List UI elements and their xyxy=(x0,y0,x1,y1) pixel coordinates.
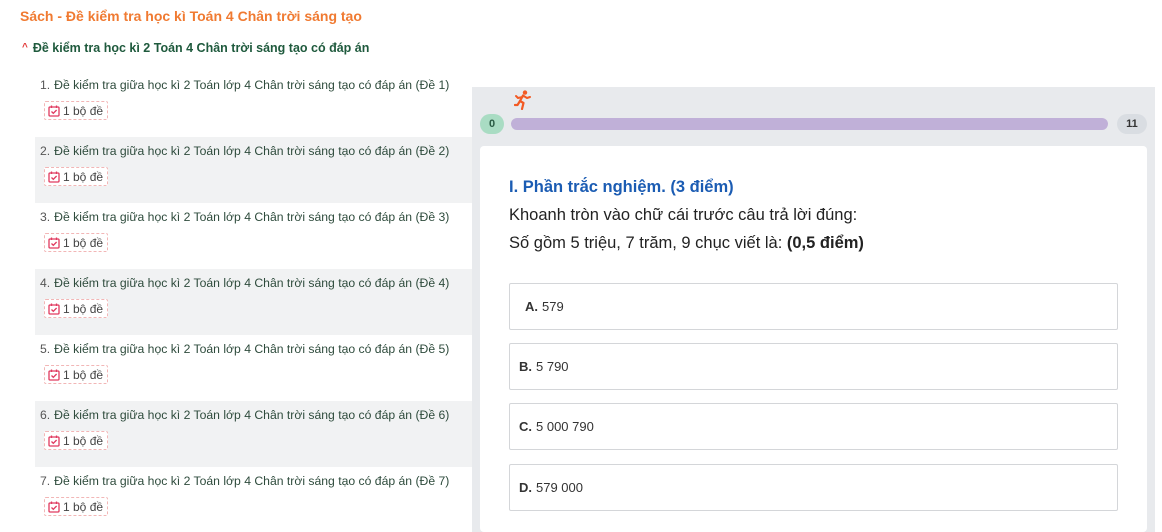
item-title[interactable]: Đề kiểm tra giữa học kì 2 Toán lớp 4 Châ… xyxy=(54,78,449,92)
answer-option-a[interactable]: A. 579 xyxy=(509,283,1118,330)
option-text: 579 000 xyxy=(536,480,583,495)
calendar-check-icon xyxy=(48,105,60,117)
question-instruction: Khoanh tròn vào chữ cái trước câu trả lờ… xyxy=(509,206,858,224)
exam-count-badge[interactable]: 1 bộ đề xyxy=(44,431,109,450)
item-number: 5. xyxy=(40,342,51,356)
book-title[interactable]: Sách - Đề kiểm tra học kì Toán 4 Chân tr… xyxy=(20,8,362,24)
chevron-up-icon: ^ xyxy=(22,41,28,53)
option-text: 5 790 xyxy=(536,359,569,374)
badge-label: 1 bộ đề xyxy=(63,235,104,250)
item-title[interactable]: Đề kiểm tra giữa học kì 2 Toán lớp 4 Châ… xyxy=(54,408,449,422)
running-person-icon xyxy=(514,90,531,110)
section-title: Đề kiểm tra học kì 2 Toán 4 Chân trời sá… xyxy=(32,41,370,55)
calendar-check-icon xyxy=(48,237,60,249)
item-number: 4. xyxy=(40,276,51,290)
item-number: 2. xyxy=(40,144,51,158)
list-item[interactable]: 7. Đề kiểm tra giữa học kì 2 Toán lớp 4 C… xyxy=(35,467,472,532)
option-letter: A. xyxy=(525,299,538,314)
item-title[interactable]: Đề kiểm tra giữa học kì 2 Toán lớp 4 Châ… xyxy=(54,474,449,488)
exam-count-badge[interactable]: 1 bộ đề xyxy=(44,497,109,516)
badge-label: 1 bộ đề xyxy=(63,169,104,184)
item-title[interactable]: Đề kiểm tra giữa học kì 2 Toán lớp 4 Châ… xyxy=(54,342,449,356)
exam-list: 1. Đề kiểm tra giữa học kì 2 Toán lớp 4 C… xyxy=(35,71,472,532)
option-letter: D. xyxy=(519,480,532,495)
question-body: Số gồm 5 triệu, 7 trăm, 9 chục viết là: xyxy=(509,234,783,252)
progress-bar: 0 11 xyxy=(480,114,1147,134)
list-item[interactable]: 5. Đề kiểm tra giữa học kì 2 Toán lớp 4 C… xyxy=(35,335,472,401)
question-points: (0,5 điểm) xyxy=(786,234,864,252)
answer-option-c[interactable]: C. 5 000 790 xyxy=(509,403,1118,450)
item-number: 1. xyxy=(40,78,51,92)
badge-label: 1 bộ đề xyxy=(63,499,104,514)
option-text: 5 000 790 xyxy=(536,419,594,434)
option-letter: B. xyxy=(519,359,532,374)
exam-count-badge[interactable]: 1 bộ đề xyxy=(44,365,109,384)
calendar-check-icon xyxy=(48,303,60,315)
progress-start-count: 0 xyxy=(480,114,504,134)
calendar-check-icon xyxy=(48,435,60,447)
exam-count-badge[interactable]: 1 bộ đề xyxy=(44,233,109,252)
progress-track xyxy=(511,118,1108,130)
section-header[interactable]: ^ Đề kiểm tra học kì 2 Toán 4 Chân trời … xyxy=(22,41,369,55)
exam-count-badge[interactable]: 1 bộ đề xyxy=(44,101,109,120)
question-card: I. Phần trắc nghiệm. (3 điểm) Khoanh trò… xyxy=(480,146,1147,532)
item-title[interactable]: Đề kiểm tra giữa học kì 2 Toán lớp 4 Châ… xyxy=(54,210,449,224)
option-letter: C. xyxy=(519,419,532,434)
item-number: 3. xyxy=(40,210,51,224)
item-title[interactable]: Đề kiểm tra giữa học kì 2 Toán lớp 4 Châ… xyxy=(54,276,449,290)
item-title[interactable]: Đề kiểm tra giữa học kì 2 Toán lớp 4 Châ… xyxy=(54,144,449,158)
question-text: Số gồm 5 triệu, 7 trăm, 9 chục viết là: … xyxy=(509,234,864,253)
section-heading: I. Phần trắc nghiệm. (3 điểm) xyxy=(509,178,734,196)
badge-label: 1 bộ đề xyxy=(63,301,104,316)
calendar-check-icon xyxy=(48,369,60,381)
option-text: 579 xyxy=(542,299,564,314)
calendar-check-icon xyxy=(48,171,60,183)
list-item[interactable]: 1. Đề kiểm tra giữa học kì 2 Toán lớp 4 C… xyxy=(35,71,472,137)
list-item[interactable]: 3. Đề kiểm tra giữa học kì 2 Toán lớp 4 C… xyxy=(35,203,472,269)
list-item[interactable]: 6. Đề kiểm tra giữa học kì 2 Toán lớp 4 C… xyxy=(35,401,472,467)
progress-total-count: 11 xyxy=(1117,114,1147,134)
item-number: 6. xyxy=(40,408,51,422)
badge-label: 1 bộ đề xyxy=(63,367,104,382)
answer-option-d[interactable]: D. 579 000 xyxy=(509,464,1118,511)
badge-label: 1 bộ đề xyxy=(63,103,104,118)
calendar-check-icon xyxy=(48,501,60,513)
answer-option-b[interactable]: B. 5 790 xyxy=(509,343,1118,390)
exam-count-badge[interactable]: 1 bộ đề xyxy=(44,299,109,318)
list-item[interactable]: 2. Đề kiểm tra giữa học kì 2 Toán lớp 4 C… xyxy=(35,137,472,203)
list-item[interactable]: 4. Đề kiểm tra giữa học kì 2 Toán lớp 4 C… xyxy=(35,269,472,335)
exam-count-badge[interactable]: 1 bộ đề xyxy=(44,167,109,186)
badge-label: 1 bộ đề xyxy=(63,433,104,448)
item-number: 7. xyxy=(40,474,51,488)
quiz-panel: 0 11 I. Phần trắc nghiệm. (3 điểm) Khoan… xyxy=(472,87,1155,532)
